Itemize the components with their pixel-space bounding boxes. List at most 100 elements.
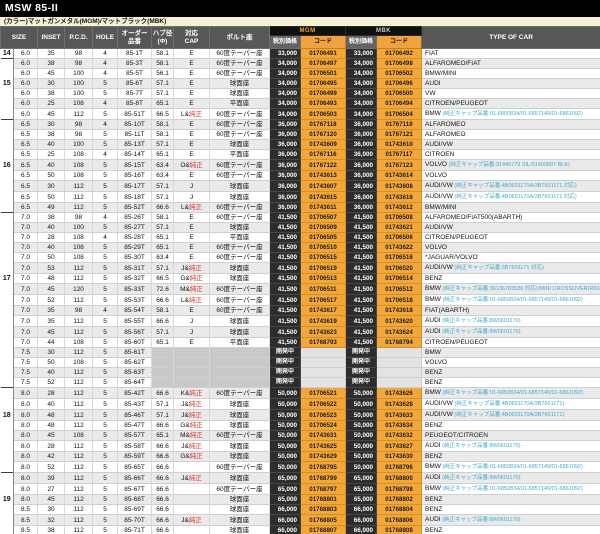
cell-mbk-price: 65,000: [346, 495, 377, 505]
cell-hole: 5: [93, 526, 118, 534]
cell-type-of-car: VOLVO: [422, 171, 600, 181]
cell-mgm-code: 01743615: [301, 192, 346, 203]
cell-pcd: 98: [65, 120, 93, 130]
cell-type-of-car: BENZ: [422, 421, 600, 431]
cell-order-no: 85-59T: [118, 452, 152, 462]
cell-hub-diameter: 65.1: [152, 150, 174, 160]
cell-inset: 35: [38, 306, 65, 316]
cell-inset: 28: [38, 388, 65, 399]
cell-type-of-car: BENZ: [422, 526, 600, 534]
cell-cap: E: [174, 120, 210, 130]
cell-cap: L&純正: [174, 203, 210, 213]
cell-cap: L&純正: [174, 295, 210, 306]
cell-hub-diameter: [152, 358, 174, 368]
cell-type-of-car: AUDI (純正キャップ品番:8W0601170): [422, 441, 600, 452]
cell-rim-width: 6.0: [14, 109, 38, 120]
cell-rim-diameter-group: [1, 150, 14, 160]
cell-inset: 40: [38, 223, 65, 233]
cell-cap: E: [174, 338, 210, 348]
cell-rim-diameter-group: 17: [1, 274, 14, 284]
cell-cap: E: [174, 130, 210, 140]
cell-mbk-price: 41,500: [346, 233, 377, 243]
cell-pcd: 120: [65, 284, 93, 295]
cell-hub-diameter: 66.6: [152, 295, 174, 306]
cell-rim-diameter-group: [1, 223, 14, 233]
cell-type-of-car: VOLVO: [422, 358, 600, 368]
cell-hub-diameter: 66.5: [152, 274, 174, 284]
cell-pcd: 112: [65, 399, 93, 410]
cell-type-of-car: BENZ: [422, 368, 600, 378]
cell-hole: 4: [93, 213, 118, 223]
cell-pcd: 112: [65, 274, 93, 284]
cell-pcd: 108: [65, 358, 93, 368]
cell-inset: 49: [38, 203, 65, 213]
cell-type-of-car: AUDI/VW (純正キャップ品番:4B0601170A/3B7601171): [422, 410, 600, 421]
cell-mgm-code: 01768807: [301, 526, 346, 534]
cell-type-of-car: BMW (純正キャップ品番:01-6850834/01-6857149/01-6…: [422, 109, 600, 120]
cell-hole: 5: [93, 421, 118, 431]
cell-mbk-code: 01743614: [377, 171, 422, 181]
cell-hole: 5: [93, 295, 118, 306]
cell-mgm-price: 開発中: [270, 358, 301, 368]
catalog-page: MSW 85-II (カラー)マットガンメタル(MGM)/マットブラック(MBK…: [0, 0, 600, 534]
cell-mgm-code: 01768795: [301, 462, 346, 473]
cell-bolt-seat: 60度テーパー座: [210, 109, 270, 120]
oem-cap-flag: 純正: [190, 453, 203, 460]
cell-hub-diameter: 66.6: [152, 441, 174, 452]
cell-pcd: 100: [65, 223, 93, 233]
cell-pcd: 112: [65, 109, 93, 120]
cell-pcd: 100: [65, 140, 93, 150]
cell-rim-width: 7.0: [14, 284, 38, 295]
cell-type-of-car: BENZ: [422, 505, 600, 515]
cell-mgm-code: [301, 358, 346, 368]
cell-bolt-seat: 60度テーパー座: [210, 171, 270, 181]
cell-bolt-seat: 球面座: [210, 79, 270, 89]
cell-mbk-price: 36,000: [346, 130, 377, 140]
cell-mgm-code: 01706499: [301, 89, 346, 99]
oem-cap-part-number-note: (純正キャップ品番:01-6850834/01-6857149/01-68610…: [441, 111, 583, 117]
cell-mbk-price: 36,000: [346, 160, 377, 171]
cell-hole: 5: [93, 274, 118, 284]
cell-rim-width: 8.0: [14, 421, 38, 431]
cell-mbk-code: 01768808: [377, 526, 422, 534]
cell-pcd: 112: [65, 348, 93, 358]
cell-order-no: 85-68T: [118, 495, 152, 505]
cell-cap: J: [174, 327, 210, 338]
cell-rim-diameter-group: [1, 327, 14, 338]
cell-bolt-seat: 60度テーパー座: [210, 160, 270, 171]
cell-rim-diameter-group: [1, 243, 14, 253]
cell-order-no: 85-7T: [118, 89, 152, 99]
cell-rim-diameter-group: [1, 89, 14, 99]
oem-cap-part-number-note: (純正キャップ品番:36136783536 対応)/MINI CROSSOVER…: [441, 286, 600, 292]
cell-pcd: 108: [65, 99, 93, 109]
cell-type-of-car: *JAGUAR/VOLVO: [422, 253, 600, 263]
cell-rim-width: 7.0: [14, 306, 38, 316]
cell-hole: 5: [93, 79, 118, 89]
cell-inset: 25: [38, 150, 65, 160]
cell-hub-diameter: 57.1: [152, 79, 174, 89]
cell-inset: 30: [38, 181, 65, 192]
cell-mgm-code: 01743611: [301, 203, 346, 213]
cell-pcd: 100: [65, 79, 93, 89]
cell-rim-diameter-group: [1, 99, 14, 109]
cell-order-no: 85-63T: [118, 368, 152, 378]
cell-bolt-seat: 60度テーパー座: [210, 243, 270, 253]
cell-bolt-seat: 60度テーパー座: [210, 69, 270, 79]
cell-pcd: 108: [65, 160, 93, 171]
cell-mbk-code: 01768806: [377, 515, 422, 526]
cell-pcd: 108: [65, 253, 93, 263]
cell-mbk-code: 01743624: [377, 327, 422, 338]
cell-inset: 45: [38, 109, 65, 120]
cell-pcd: 112: [65, 495, 93, 505]
cell-inset: 38: [38, 526, 65, 534]
cell-mgm-price: 36,000: [270, 160, 301, 171]
cell-hub-diameter: 57.1: [152, 223, 174, 233]
cell-hub-diameter: 65.1: [152, 431, 174, 441]
cell-cap: E: [174, 140, 210, 150]
cell-mgm-price: 41,500: [270, 253, 301, 263]
cell-order-no: 85-28T: [118, 233, 152, 243]
cell-mgm-code: 01767120: [301, 130, 346, 140]
cell-type-of-car: BENZ: [422, 274, 600, 284]
cell-mbk-price: 36,000: [346, 181, 377, 192]
cell-mgm-code: 01706511: [301, 284, 346, 295]
